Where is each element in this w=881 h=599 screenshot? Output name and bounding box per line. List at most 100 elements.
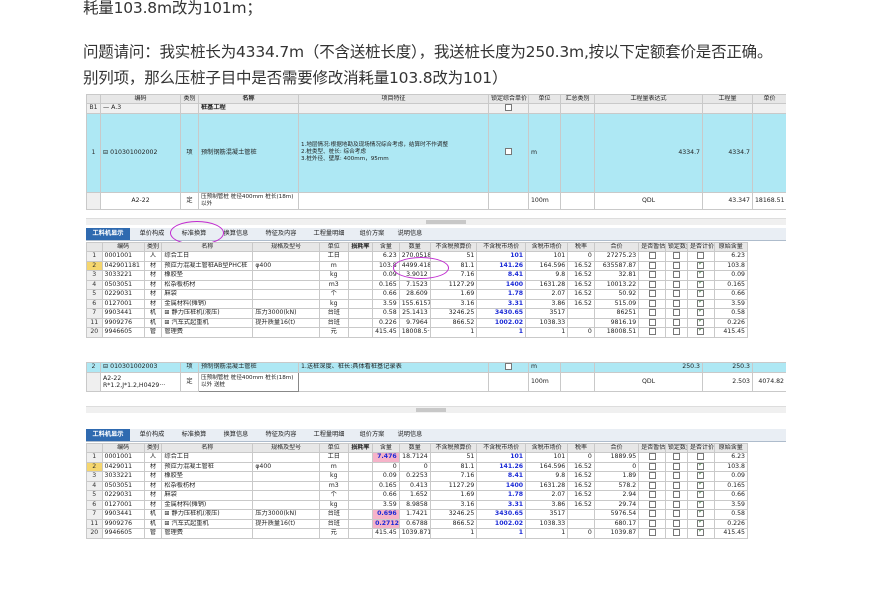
- tab-notes-2[interactable]: 说明信息: [392, 429, 428, 441]
- checkbox[interactable]: [697, 261, 705, 269]
- checkbox[interactable]: [648, 290, 656, 297]
- column-header[interactable]: 不含税预算价: [429, 242, 478, 252]
- table-row[interactable]: 1 0001001 人综合工日 工日 7.476 18.7124 51 101 101 0 1889…: [86, 452, 749, 463]
- checkbox[interactable]: [697, 328, 705, 335]
- tab-material[interactable]: 工料机显示: [86, 228, 130, 240]
- table-row[interactable]: 4 0503051 材松杂板枋材 m3 0.165 0.413 1127.29 1400 163…: [86, 480, 749, 491]
- column-header[interactable]: 不含税预算价: [429, 443, 478, 453]
- table-row[interactable]: 3 3033221 材橡胶垫 kg 0.09 0.2253 7.16 8.41 9.8 16.52…: [86, 471, 749, 482]
- column-header[interactable]: 原始含量: [713, 443, 749, 453]
- tab-notes[interactable]: 说明信息: [392, 228, 428, 240]
- tab-price-build[interactable]: 单价构成: [132, 228, 172, 240]
- checkbox[interactable]: [672, 491, 680, 498]
- table-row[interactable]: 6 0127001 材金属材料(摊销) kg 3.59 155.6157 3.16 3.31 3…: [86, 298, 749, 309]
- tab-price-build-2[interactable]: 单价构成: [132, 429, 172, 441]
- column-header[interactable]: 是否暂估: [638, 242, 666, 252]
- checkbox[interactable]: [672, 252, 680, 259]
- checkbox[interactable]: [648, 462, 656, 470]
- table-row[interactable]: 11 9909276 机 ⊞ 汽车式起重机 提升质量16(t) 台班 0.226 9.7964…: [86, 317, 749, 328]
- column-header[interactable]: 数量: [398, 443, 431, 453]
- horizontal-scrollbar-2[interactable]: [86, 406, 786, 413]
- column-header[interactable]: 含税市场价: [525, 443, 569, 453]
- checkbox[interactable]: [672, 510, 680, 517]
- checkbox[interactable]: [648, 252, 656, 259]
- tab-features-2[interactable]: 特征及内容: [258, 429, 304, 441]
- row-2[interactable]: 2 ⊟ 010301002003 项 预制钢筋混凝土管桩 1.送桩深度、桩长:具…: [86, 362, 786, 373]
- column-header[interactable]: 不含税市场价: [476, 242, 527, 252]
- tab-material-2[interactable]: 工料机显示: [86, 429, 130, 441]
- row-2-sub[interactable]: A2-22 R*1.2,J*1.2,H0429··· 定 压预制管桩 桩径400m…: [86, 371, 786, 392]
- column-header[interactable]: 单位: [318, 443, 349, 453]
- checkbox[interactable]: [648, 309, 656, 316]
- checkbox[interactable]: [672, 453, 680, 460]
- column-header[interactable]: 单位: [318, 242, 349, 252]
- column-header[interactable]: 名称: [161, 443, 254, 453]
- checkbox[interactable]: [648, 271, 656, 278]
- table-row[interactable]: 7 9903441 机 ⊞ 静力压桩机(液压) 压力3000(kN) 台班 0.58 25.1…: [86, 308, 749, 319]
- column-header[interactable]: 类别: [143, 443, 163, 453]
- column-header[interactable]: 损耗率: [347, 242, 374, 252]
- checkbox[interactable]: [648, 481, 656, 489]
- table-row[interactable]: 20 9946605 管管理费元 415.45 18008.5··· 1 1 1 0 18008.…: [86, 327, 749, 338]
- checkbox[interactable]: [697, 491, 705, 498]
- checkbox[interactable]: [672, 271, 680, 278]
- lock-price-checkbox[interactable]: [505, 363, 512, 370]
- table-row[interactable]: 11 9909276 机 ⊞ 汽车式起重机 提升质量16(t) 台班 0.2712 0.678…: [86, 518, 749, 529]
- tab-scheme-2[interactable]: 组价方案: [354, 429, 390, 441]
- checkbox[interactable]: [697, 510, 705, 517]
- column-header[interactable]: 类别: [143, 242, 163, 252]
- checkbox[interactable]: [697, 252, 705, 259]
- checkbox[interactable]: [672, 309, 680, 316]
- tab-qty-detail-2[interactable]: 工程量明细: [306, 429, 352, 441]
- column-header[interactable]: 税率: [567, 242, 595, 252]
- table-row[interactable]: 2 0429011 材预应力混凝土管桩 φ400 m 0 0 81.1 141.26 164.59…: [86, 461, 749, 472]
- checkbox[interactable]: [672, 280, 680, 288]
- table-row[interactable]: 4 0503051 材松杂板枋材 m3 0.165 7.1523 1127.29 1400 16…: [86, 279, 749, 290]
- checkbox[interactable]: [672, 500, 680, 508]
- column-header[interactable]: 锁定数量: [664, 242, 689, 252]
- tab-std-conversion-2[interactable]: 标准换算: [174, 429, 214, 441]
- collapse-icon[interactable]: ⊟: [103, 149, 108, 156]
- column-header[interactable]: 锁定数量: [664, 443, 689, 453]
- checkbox[interactable]: [697, 318, 705, 326]
- collapse-icon[interactable]: ⊟: [103, 363, 108, 370]
- checkbox[interactable]: [697, 481, 705, 489]
- checkbox[interactable]: [648, 318, 656, 326]
- checkbox[interactable]: [648, 510, 656, 517]
- checkbox[interactable]: [697, 453, 705, 460]
- expand-icon[interactable]: ⊞: [164, 510, 171, 517]
- checkbox[interactable]: [672, 290, 680, 297]
- checkbox[interactable]: [648, 500, 656, 508]
- tab-scheme[interactable]: 组价方案: [354, 228, 390, 240]
- checkbox[interactable]: [672, 481, 680, 489]
- tab-conversion-info-2[interactable]: 换算信息: [216, 429, 256, 441]
- column-header[interactable]: 税率: [567, 443, 595, 453]
- column-header[interactable]: 损耗率: [347, 443, 374, 453]
- checkbox[interactable]: [672, 472, 680, 479]
- lock-price-checkbox[interactable]: [505, 148, 512, 156]
- tab-qty-detail[interactable]: 工程量明细: [306, 228, 352, 240]
- checkbox[interactable]: [672, 462, 680, 470]
- row-1-sub[interactable]: A2-22 定 压预制管桩 桩径400mm 桩长(18m)以外 100m QDL…: [86, 191, 786, 210]
- column-header[interactable]: 编码: [101, 242, 145, 252]
- expand-icon[interactable]: ⊞: [164, 309, 171, 316]
- table-row[interactable]: 5 0229031 材麻袋个 0.66 28.609 1.69 1.78 2.07 16.52 5…: [86, 289, 749, 300]
- checkbox[interactable]: [697, 472, 705, 479]
- checkbox[interactable]: [648, 299, 656, 307]
- column-header[interactable]: 规格及型号: [252, 242, 320, 252]
- checkbox[interactable]: [697, 462, 705, 470]
- column-header[interactable]: 原始含量: [713, 242, 749, 252]
- checkbox[interactable]: [648, 491, 656, 498]
- column-header[interactable]: 名称: [161, 242, 254, 252]
- row-b1[interactable]: B1 — A.3 桩基工程: [86, 103, 786, 114]
- checkbox[interactable]: [672, 529, 680, 536]
- column-header[interactable]: 编码: [101, 443, 145, 453]
- column-header[interactable]: 含量: [372, 242, 400, 252]
- checkbox[interactable]: [648, 453, 656, 460]
- checkbox[interactable]: [697, 280, 705, 288]
- column-header[interactable]: 合价: [593, 443, 640, 453]
- checkbox[interactable]: [697, 500, 705, 508]
- checkbox[interactable]: [697, 299, 705, 307]
- checkbox[interactable]: [672, 261, 680, 269]
- column-header[interactable]: 规格及型号: [252, 443, 320, 453]
